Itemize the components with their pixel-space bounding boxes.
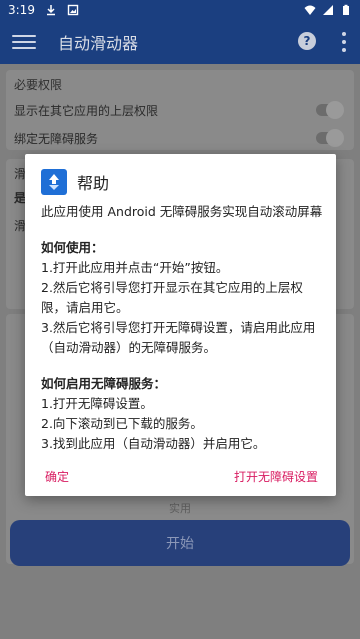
accessibility-service-toggle[interactable] bbox=[316, 129, 344, 147]
enable-step-3: 3.找到此应用（自动滑动器）并启用它。 bbox=[41, 436, 266, 451]
permissions-card: 必要权限 显示在其它应用的上层权限 绑定无障碍服务 bbox=[6, 70, 354, 150]
accessibility-service-label: 绑定无障碍服务 bbox=[14, 132, 99, 146]
dialog-header: 帮助 bbox=[41, 169, 109, 195]
photo-icon bbox=[67, 4, 79, 16]
start-button[interactable]: 开始 bbox=[10, 520, 350, 566]
open-accessibility-settings-button[interactable]: 打开无障碍设置 bbox=[234, 468, 318, 485]
enable-step-1: 1.打开无障碍设置。 bbox=[41, 396, 153, 411]
dialog-actions: 确定 打开无障碍设置 bbox=[25, 468, 336, 488]
battery-icon bbox=[343, 4, 349, 15]
help-dialog: 帮助 此应用使用 Android 无障碍服务实现自动滚动屏幕 如何使用： 1.打… bbox=[25, 154, 336, 496]
wifi-icon bbox=[304, 5, 316, 15]
app-title: 自动滑动器 bbox=[58, 34, 139, 53]
menu-icon[interactable] bbox=[12, 30, 36, 54]
overlay-permission-toggle[interactable] bbox=[316, 101, 344, 119]
how-to-step-3: 3.然后它将引导您打开无障碍设置，请启用此应用（自动滑动器）的无障碍服务。 bbox=[41, 320, 316, 355]
enable-step-2: 2.向下滚动到已下载的服务。 bbox=[41, 416, 203, 431]
status-time: 3:19 bbox=[8, 3, 35, 17]
faint-label: 实用 bbox=[169, 502, 191, 515]
confirm-button[interactable]: 确定 bbox=[45, 468, 69, 485]
status-bar: 3:19 bbox=[0, 0, 360, 20]
more-options-icon[interactable] bbox=[342, 32, 346, 52]
dialog-intro: 此应用使用 Android 无障碍服务实现自动滚动屏幕 bbox=[41, 204, 323, 219]
overlay-permission-label: 显示在其它应用的上层权限 bbox=[14, 104, 159, 118]
download-icon bbox=[46, 5, 55, 16]
signal-icon bbox=[323, 5, 333, 15]
app-logo-icon bbox=[41, 169, 67, 195]
how-to-title: 如何使用： bbox=[41, 240, 104, 255]
how-to-step-2: 2.然后它将引导您打开显示在其它应用的上层权限，请启用它。 bbox=[41, 280, 303, 315]
app-bar: 自动滑动器 ? bbox=[0, 20, 360, 64]
permissions-card-title: 必要权限 bbox=[14, 78, 63, 92]
help-icon[interactable]: ? bbox=[298, 32, 316, 50]
enable-title: 如何启用无障碍服务： bbox=[41, 376, 167, 391]
dialog-body: 此应用使用 Android 无障碍服务实现自动滚动屏幕 如何使用： 1.打开此应… bbox=[41, 202, 325, 454]
dialog-title: 帮助 bbox=[77, 174, 110, 193]
how-to-step-1: 1.打开此应用并点击“开始”按钮。 bbox=[41, 260, 229, 275]
